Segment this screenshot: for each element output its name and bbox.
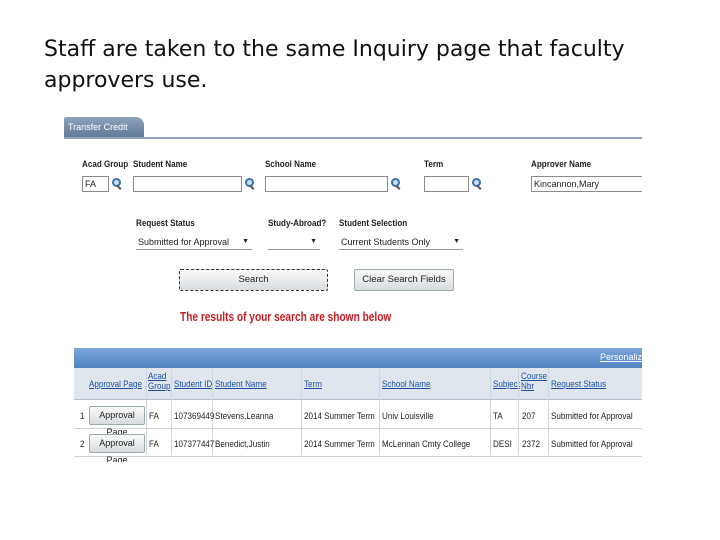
- course-nbr-cell: 2372: [522, 439, 540, 450]
- col-header-acad-group[interactable]: Acad Group: [148, 372, 170, 403]
- student-name-lookup-icon[interactable]: [245, 178, 254, 187]
- school-name-label: School Name: [265, 159, 317, 170]
- student-name-cell: Benedict,Justin: [215, 439, 270, 450]
- school-name-cell: Univ Louisville: [382, 411, 434, 422]
- student-selection-label: Student Selection: [339, 218, 408, 229]
- acad-group-cell: FA: [149, 411, 159, 422]
- screenshot-panel: Transfer Credit Inquiry Acad Group FA St…: [58, 112, 642, 462]
- acad-group-label: Acad Group: [82, 159, 129, 170]
- col-header-course-nbr[interactable]: Course Nbr: [521, 372, 548, 403]
- student-selection-select[interactable]: Current Students Only ▼: [339, 234, 463, 250]
- acad-group-cell: FA: [149, 439, 159, 450]
- term-cell: 2014 Summer Term: [304, 411, 375, 422]
- approver-name-input[interactable]: Kincannon,Mary: [531, 176, 642, 192]
- term-lookup-icon[interactable]: [472, 178, 481, 187]
- tab-transfer-credit-inquiry[interactable]: Transfer Credit Inquiry: [64, 117, 144, 153]
- school-name-input[interactable]: [265, 176, 388, 192]
- clear-search-fields-button[interactable]: Clear Search Fields: [354, 269, 454, 291]
- chevron-down-icon: ▼: [310, 238, 317, 245]
- row-number: 1: [80, 411, 85, 422]
- grid-title-bar: [74, 348, 642, 368]
- slide-caption: Staff are taken to the same Inquiry page…: [44, 37, 625, 93]
- term-cell: 2014 Summer Term: [304, 439, 375, 450]
- request-status-label: Request Status: [136, 218, 195, 229]
- request-status-cell: Submitted for Approval: [551, 411, 633, 422]
- student-name-input[interactable]: [133, 176, 242, 192]
- student-id-cell: 107377447: [174, 439, 215, 450]
- school-name-lookup-icon[interactable]: [391, 178, 400, 187]
- request-status-value: Submitted for Approval: [138, 237, 230, 247]
- subject-cell: DESI: [493, 439, 512, 450]
- personalize-link[interactable]: Personaliz: [600, 352, 642, 362]
- request-status-cell: Submitted for Approval: [551, 439, 633, 450]
- student-name-cell: Stevens,Leanna: [215, 411, 274, 422]
- course-nbr-cell: 207: [522, 411, 536, 422]
- search-button[interactable]: Search: [179, 269, 328, 291]
- student-selection-value: Current Students Only: [341, 237, 431, 247]
- school-name-cell: McLennan Cmty College: [382, 439, 471, 450]
- acad-group-lookup-icon[interactable]: [112, 178, 121, 187]
- student-id-cell: 107369449: [174, 411, 215, 422]
- approver-name-label: Approver Name: [531, 159, 592, 170]
- chevron-down-icon: ▼: [453, 238, 460, 245]
- student-name-label: Student Name: [133, 159, 188, 170]
- chevron-down-icon: ▼: [242, 238, 249, 245]
- subject-cell: TA: [493, 411, 503, 422]
- request-status-select[interactable]: Submitted for Approval ▼: [136, 234, 252, 250]
- row-number: 2: [80, 439, 85, 450]
- tab-divider: [64, 137, 642, 139]
- study-abroad-select[interactable]: ▼: [268, 234, 320, 250]
- results-message: The results of your search are shown bel…: [180, 309, 392, 324]
- term-input[interactable]: [424, 176, 469, 192]
- term-label: Term: [424, 159, 444, 170]
- acad-group-input[interactable]: FA: [82, 176, 109, 192]
- approval-page-button[interactable]: Approval Page: [89, 406, 145, 437]
- approval-page-button[interactable]: Approval Page: [89, 434, 145, 462]
- study-abroad-label: Study-Abroad?: [268, 218, 327, 229]
